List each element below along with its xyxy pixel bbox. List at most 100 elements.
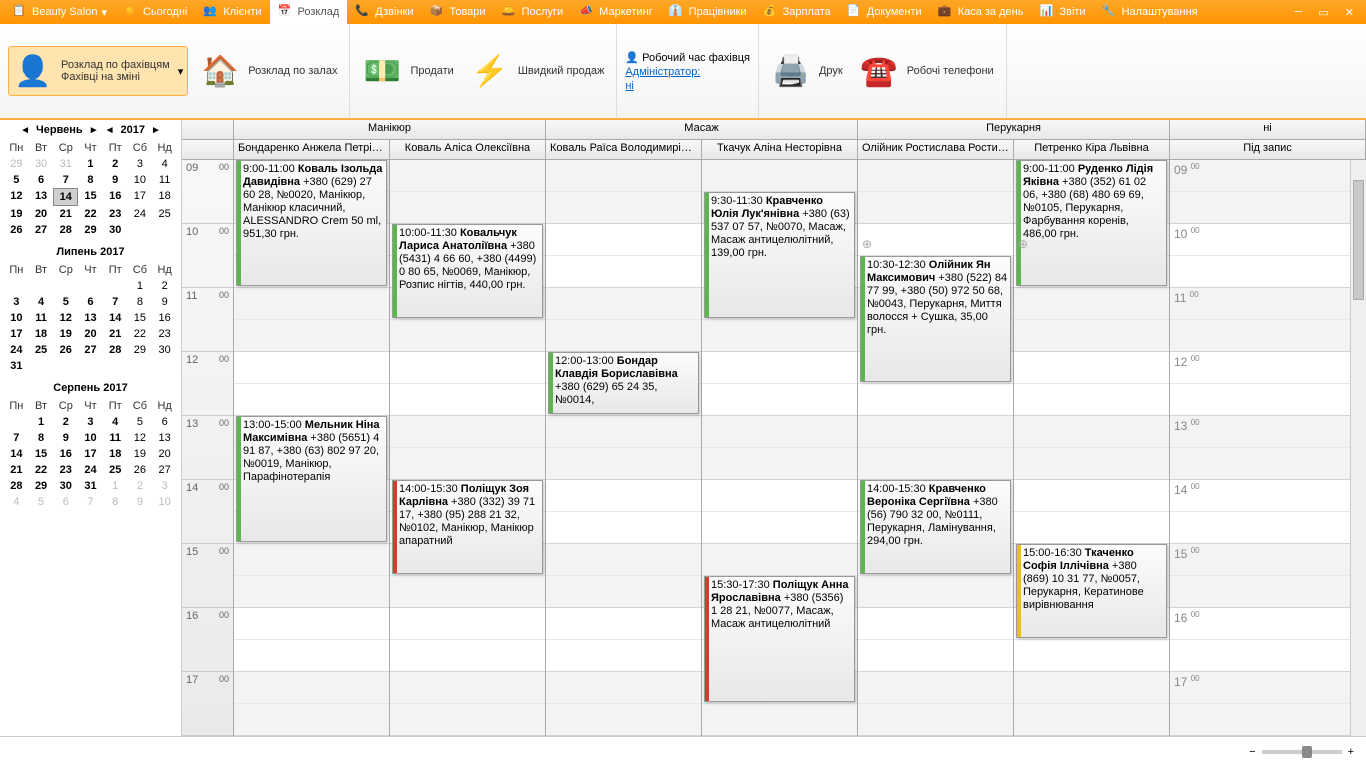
calendar-day[interactable]: 11 xyxy=(103,430,128,446)
calendar-day[interactable]: 6 xyxy=(29,172,54,188)
appointment[interactable]: 14:00-15:30 Кравченко Вероніка Сергіївна… xyxy=(860,480,1011,574)
calendar-day[interactable]: 8 xyxy=(29,430,54,446)
day-column[interactable]: 12:00-13:00 Бондар Клавдія Бориславівна … xyxy=(546,160,702,736)
appointment[interactable]: 12:00-13:00 Бондар Клавдія Бориславівна … xyxy=(548,352,699,414)
appointment[interactable]: 9:00-11:00 Руденко Лідія Яківна +380 (35… xyxy=(1016,160,1167,286)
calendar-day[interactable]: 12 xyxy=(128,430,153,446)
zoom-out-button[interactable]: − xyxy=(1249,746,1255,758)
admin-value-link[interactable]: ні xyxy=(625,80,750,92)
year-next-icon[interactable]: ► xyxy=(151,125,161,136)
calendar-day[interactable]: 7 xyxy=(53,172,78,188)
calendar-day[interactable]: 17 xyxy=(4,326,29,342)
calendar-day[interactable]: 22 xyxy=(128,326,153,342)
calendar-day[interactable]: 28 xyxy=(4,478,29,494)
calendar-day[interactable]: 23 xyxy=(103,206,128,222)
calendar-day[interactable]: 9 xyxy=(152,294,177,310)
vertical-scrollbar[interactable] xyxy=(1350,160,1366,736)
add-appointment-icon[interactable]: ⊕ xyxy=(862,237,872,251)
calendar-day[interactable]: 8 xyxy=(128,294,153,310)
top-tab-8[interactable]: 💰Зарплата xyxy=(755,0,839,24)
calendar-day[interactable]: 21 xyxy=(4,462,29,478)
calendar-day[interactable]: 21 xyxy=(103,326,128,342)
calendar-day[interactable]: 19 xyxy=(53,326,78,342)
calendar-day[interactable]: 31 xyxy=(78,478,103,494)
minimize-button[interactable]: ─ xyxy=(1287,6,1311,18)
calendar-day[interactable]: 17 xyxy=(78,446,103,462)
calendar-day[interactable]: 22 xyxy=(29,462,54,478)
top-tab-5[interactable]: 🛎️Послуги xyxy=(494,0,572,24)
top-tab-4[interactable]: 📦Товари xyxy=(421,0,493,24)
calendar-day[interactable]: 9 xyxy=(53,430,78,446)
calendar-day[interactable]: 20 xyxy=(29,206,54,222)
month-next-icon[interactable]: ► xyxy=(89,125,99,136)
day-column[interactable]: 9:00-11:00 Коваль Ізольда Давидівна +380… xyxy=(234,160,390,736)
calendar-day[interactable]: 10 xyxy=(128,172,153,188)
calendar-day[interactable]: 18 xyxy=(29,326,54,342)
calendar-day[interactable]: 25 xyxy=(29,342,54,358)
calendar-day[interactable]: 26 xyxy=(4,222,29,238)
calendar-day[interactable]: 14 xyxy=(53,188,78,206)
work-phones-button[interactable]: ☎️ Робочі телефони xyxy=(855,47,998,95)
calendar-day[interactable]: 19 xyxy=(128,446,153,462)
schedule-by-specialist-button[interactable]: 👤 Розклад по фахівцямФахівці на зміні ▾ xyxy=(8,46,188,96)
top-tab-0[interactable]: ☀️Сьогодні xyxy=(115,0,195,24)
calendar-day[interactable]: 15 xyxy=(29,446,54,462)
calendar-day[interactable]: 20 xyxy=(152,446,177,462)
calendar-day[interactable]: 11 xyxy=(29,310,54,326)
calendar-day[interactable]: 27 xyxy=(152,462,177,478)
close-button[interactable]: ✕ xyxy=(1337,6,1362,19)
appointment[interactable]: 15:30-17:30 Поліщук Анна Ярославівна +38… xyxy=(704,576,855,702)
top-tab-6[interactable]: 📣Маркетинг xyxy=(571,0,660,24)
calendar-day[interactable]: 7 xyxy=(4,430,29,446)
calendar-day[interactable]: 1 xyxy=(128,278,153,294)
calendar-day[interactable]: 2 xyxy=(152,278,177,294)
top-tab-12[interactable]: 🔧Налаштування xyxy=(1094,0,1206,24)
calendar-day[interactable]: 5 xyxy=(128,414,153,430)
calendar-day[interactable]: 20 xyxy=(78,326,103,342)
calendar-day[interactable]: 18 xyxy=(152,188,177,206)
quick-sell-button[interactable]: ⚡ Швидкий продаж xyxy=(466,47,609,95)
calendar-day[interactable]: 15 xyxy=(78,188,103,206)
calendar-day[interactable]: 19 xyxy=(4,206,29,222)
calendar-day[interactable]: 2 xyxy=(103,156,128,172)
year-prev-icon[interactable]: ◄ xyxy=(105,125,115,136)
appointment[interactable]: 9:30-11:30 Кравченко Юлія Лук'янівна +38… xyxy=(704,192,855,318)
calendar-day[interactable]: 28 xyxy=(103,342,128,358)
calendar-day[interactable]: 14 xyxy=(4,446,29,462)
calendar-day[interactable]: 7 xyxy=(103,294,128,310)
calendar-day[interactable]: 29 xyxy=(78,222,103,238)
day-column[interactable]: 9:00-11:00 Руденко Лідія Яківна +380 (35… xyxy=(1014,160,1170,736)
calendar-day[interactable]: 5 xyxy=(4,172,29,188)
top-tab-7[interactable]: 👔Працівники xyxy=(661,0,755,24)
calendar-day[interactable]: 31 xyxy=(4,358,29,374)
calendar-day[interactable]: 16 xyxy=(53,446,78,462)
appointment[interactable]: 14:00-15:30 Поліщук Зоя Карлівна +380 (3… xyxy=(392,480,543,574)
calendar-day[interactable]: 29 xyxy=(29,478,54,494)
calendar-day[interactable]: 24 xyxy=(128,206,153,222)
calendar-day[interactable]: 10 xyxy=(4,310,29,326)
calendar-day[interactable]: 14 xyxy=(103,310,128,326)
calendar-day[interactable]: 4 xyxy=(29,294,54,310)
calendar-day[interactable]: 25 xyxy=(103,462,128,478)
calendar-day[interactable]: 23 xyxy=(53,462,78,478)
top-tab-11[interactable]: 📊Звіти xyxy=(1031,0,1093,24)
calendar-day[interactable]: 1 xyxy=(29,414,54,430)
calendar-day[interactable]: 17 xyxy=(128,188,153,206)
print-button[interactable]: 🖨️ Друк xyxy=(767,47,847,95)
calendar-day[interactable]: 16 xyxy=(103,188,128,206)
appointment[interactable]: 10:30-12:30 Олійник Ян Максимович +380 (… xyxy=(860,256,1011,382)
calendar-day[interactable]: 2 xyxy=(53,414,78,430)
scrollbar-thumb[interactable] xyxy=(1353,180,1364,300)
top-tab-3[interactable]: 📞Дзвінки xyxy=(347,0,421,24)
calendar-day[interactable]: 12 xyxy=(4,188,29,206)
calendar-day[interactable]: 15 xyxy=(128,310,153,326)
calendar-day[interactable]: 30 xyxy=(152,342,177,358)
calendar-day[interactable]: 4 xyxy=(152,156,177,172)
calendar-day[interactable]: 25 xyxy=(152,206,177,222)
calendar-day[interactable]: 27 xyxy=(29,222,54,238)
appointment[interactable]: 13:00-15:00 Мельник Ніна Максимівна +380… xyxy=(236,416,387,542)
calendar-day[interactable]: 11 xyxy=(152,172,177,188)
calendar-day[interactable]: 13 xyxy=(152,430,177,446)
calendar-day[interactable]: 3 xyxy=(4,294,29,310)
calendar-day[interactable]: 4 xyxy=(103,414,128,430)
